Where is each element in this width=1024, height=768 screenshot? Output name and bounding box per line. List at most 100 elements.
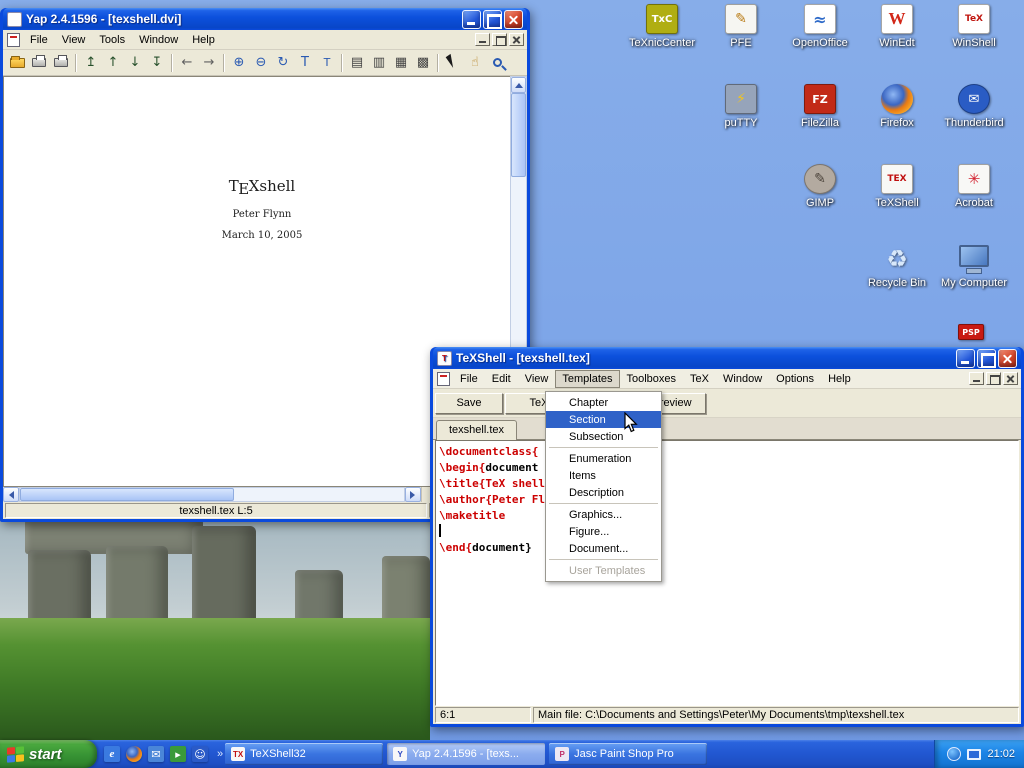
magnifier-icon[interactable]: [486, 52, 508, 73]
taskbar-task-jasc-paint-shop-pro[interactable]: PJasc Paint Shop Pro: [549, 743, 707, 765]
layout-grid-icon[interactable]: ▩: [412, 52, 434, 73]
quicklaunch-internet-explorer[interactable]: e: [104, 746, 120, 762]
desktop-icon-thunderbird[interactable]: ✉Thunderbird: [938, 84, 1010, 129]
layout-continuous-icon[interactable]: ▥: [368, 52, 390, 73]
select-tool-icon[interactable]: [442, 52, 464, 73]
menu-item-graphics[interactable]: Graphics...: [546, 506, 661, 523]
code-editor[interactable]: \documentclass{\begin{document\title{TeX…: [435, 440, 1019, 706]
clock[interactable]: 21:02: [987, 748, 1015, 760]
hand-tool-icon[interactable]: ☝: [464, 52, 486, 73]
network-icon[interactable]: [967, 749, 981, 760]
minimize-button[interactable]: [956, 349, 975, 368]
desktop-icon-openoffice[interactable]: ≈OpenOffice: [784, 4, 856, 49]
scroll-thumb[interactable]: [511, 93, 526, 177]
yap-titlebar[interactable]: Yap 2.4.1596 - [texshell.dvi]: [3, 8, 527, 30]
tab-texshell-tex[interactable]: texshell.tex: [436, 420, 517, 440]
tray-status-icon[interactable]: [947, 747, 961, 761]
mdi-minimize-button[interactable]: [969, 372, 984, 385]
close-button[interactable]: [504, 10, 523, 29]
toolbar-button-save[interactable]: Save: [435, 393, 503, 414]
zoom-out-icon[interactable]: ⊖: [250, 52, 272, 73]
menu-item-figure[interactable]: Figure...: [546, 523, 661, 540]
back-icon[interactable]: ←: [176, 52, 198, 73]
print-setup-icon[interactable]: [50, 52, 72, 73]
layout-two-page-icon[interactable]: ▦: [390, 52, 412, 73]
menu-help[interactable]: Help: [821, 370, 858, 388]
menu-window[interactable]: Window: [716, 370, 769, 388]
quicklaunch-messenger[interactable]: ☺: [192, 746, 208, 762]
texshell-titlebar[interactable]: T TeXShell - [texshell.tex]: [433, 347, 1021, 369]
yap-menu-tools[interactable]: Tools: [92, 31, 132, 49]
scroll-left-button[interactable]: [3, 487, 19, 502]
minimize-button[interactable]: [462, 10, 481, 29]
mdi-close-button[interactable]: [1003, 372, 1018, 385]
desktop[interactable]: TxCTeXnicCenter✎PFE≈OpenOfficeWWinEdtTeX…: [0, 0, 1024, 768]
text-tool-icon[interactable]: T: [316, 52, 338, 73]
zoom-in-icon[interactable]: ⊕: [228, 52, 250, 73]
desktop-icon-winedt[interactable]: WWinEdt: [861, 4, 933, 49]
layout-single-page-icon[interactable]: ▤: [346, 52, 368, 73]
menu-item-chapter[interactable]: Chapter: [546, 394, 661, 411]
menu-options[interactable]: Options: [769, 370, 821, 388]
last-page-icon[interactable]: ↧: [146, 52, 168, 73]
desktop-icon-filezilla[interactable]: FZFileZilla: [784, 84, 856, 129]
open-icon[interactable]: [6, 52, 28, 73]
menu-item-user-templates[interactable]: User Templates: [546, 562, 661, 579]
mdi-close-button[interactable]: [509, 33, 524, 46]
maximize-button[interactable]: [977, 349, 996, 368]
menu-item-enumeration[interactable]: Enumeration: [546, 450, 661, 467]
desktop-icon-putty[interactable]: ⚡puTTY: [705, 84, 777, 129]
yap-menu-window[interactable]: Window: [132, 31, 185, 49]
desktop-icon-paint-shop-pro[interactable]: PSP: [935, 324, 1007, 340]
first-page-icon[interactable]: ↥: [80, 52, 102, 73]
next-page-icon[interactable]: ↓: [124, 52, 146, 73]
menu-tex[interactable]: TeX: [683, 370, 716, 388]
menu-item-description[interactable]: Description: [546, 484, 661, 501]
mdi-restore-button[interactable]: [492, 33, 507, 46]
quicklaunch-firefox[interactable]: [126, 746, 142, 762]
prev-page-icon[interactable]: ↑: [102, 52, 124, 73]
menu-view[interactable]: View: [518, 370, 556, 388]
yap-menu-help[interactable]: Help: [185, 31, 222, 49]
quicklaunch-mail[interactable]: ✉: [148, 746, 164, 762]
desktop-icon-my-computer[interactable]: My Computer: [938, 244, 1010, 289]
ruler-tool-icon[interactable]: T: [294, 52, 316, 73]
taskbar-task-texshell32[interactable]: TXTeXShell32: [225, 743, 383, 765]
menu-edit[interactable]: Edit: [485, 370, 518, 388]
maximize-button[interactable]: [483, 10, 502, 29]
close-button[interactable]: [998, 349, 1017, 368]
desktop-icon-texniccenter[interactable]: TxCTeXnicCenter: [626, 4, 698, 49]
tab-bar: texshell.tex: [433, 418, 1021, 440]
menu-item-subsection[interactable]: Subsection: [546, 428, 661, 445]
taskbar-task-yap-2-4-1596-texs[interactable]: YYap 2.4.1596 - [texs...: [387, 743, 545, 765]
menu-templates[interactable]: Templates: [555, 370, 619, 388]
mdi-restore-button[interactable]: [986, 372, 1001, 385]
desktop-icon-texshell[interactable]: TEXTeXShell: [861, 164, 933, 209]
menu-item-items[interactable]: Items: [546, 467, 661, 484]
stonehenge-wallpaper: [0, 500, 430, 740]
desktop-icon-winshell[interactable]: TeXWinShell: [938, 4, 1010, 49]
yap-menu-file[interactable]: File: [23, 31, 55, 49]
code-line: \maketitle: [439, 508, 1018, 524]
scroll-track[interactable]: [19, 487, 405, 502]
desktop-icon-gimp[interactable]: ✎GIMP: [784, 164, 856, 209]
menu-toolboxes[interactable]: Toolboxes: [620, 370, 684, 388]
desktop-icon-acrobat[interactable]: ✳Acrobat: [938, 164, 1010, 209]
menu-item-document[interactable]: Document...: [546, 540, 661, 557]
scroll-right-button[interactable]: [405, 487, 421, 502]
print-icon[interactable]: [28, 52, 50, 73]
desktop-icon-recycle-bin[interactable]: ♻Recycle Bin: [861, 244, 933, 289]
forward-icon[interactable]: →: [198, 52, 220, 73]
refresh-icon[interactable]: ↻: [272, 52, 294, 73]
yap-menu-view[interactable]: View: [55, 31, 93, 49]
quicklaunch-media-player[interactable]: ▸: [170, 746, 186, 762]
mdi-minimize-button[interactable]: [475, 33, 490, 46]
scroll-thumb[interactable]: [20, 488, 234, 501]
main-file-panel: Main file: C:\Documents and Settings\Pet…: [533, 707, 1019, 723]
start-button[interactable]: start: [0, 740, 97, 768]
scroll-up-button[interactable]: [511, 77, 526, 93]
menu-item-section[interactable]: Section: [546, 411, 661, 428]
desktop-icon-firefox[interactable]: Firefox: [861, 84, 933, 129]
menu-file[interactable]: File: [453, 370, 485, 388]
desktop-icon-pfe[interactable]: ✎PFE: [705, 4, 777, 49]
